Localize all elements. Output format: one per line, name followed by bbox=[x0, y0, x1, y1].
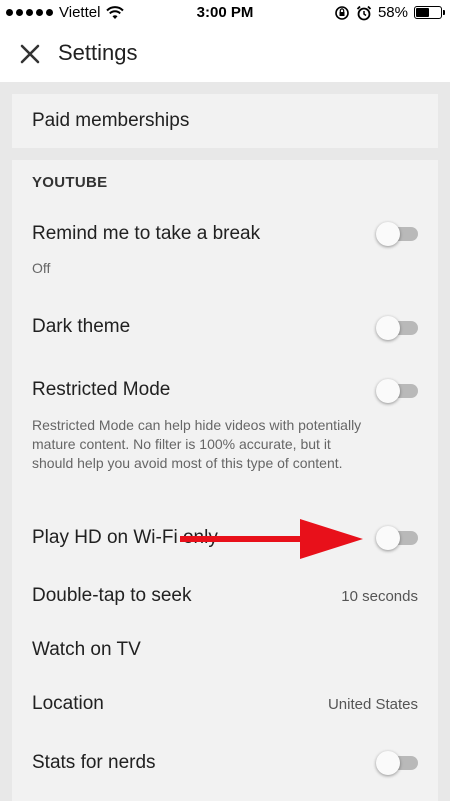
play-hd-toggle[interactable] bbox=[376, 526, 418, 550]
battery-icon bbox=[414, 6, 445, 19]
remind-break-status: Off bbox=[32, 260, 51, 276]
stats-for-nerds-label[interactable]: Stats for nerds bbox=[32, 752, 156, 774]
page-title: Settings bbox=[58, 40, 138, 65]
remind-break-toggle[interactable] bbox=[376, 222, 418, 246]
dark-theme-toggle[interactable] bbox=[376, 316, 418, 340]
section-header-youtube: YOUTUBE bbox=[32, 174, 108, 191]
settings-screen: Viettel 3:00 PM 58% Settings Paid member… bbox=[0, 0, 450, 801]
close-button[interactable] bbox=[14, 38, 46, 70]
paid-memberships-label: Paid memberships bbox=[32, 110, 190, 131]
rotation-lock-icon bbox=[335, 5, 349, 20]
watch-on-tv-label[interactable]: Watch on TV bbox=[32, 639, 141, 661]
dark-theme-label[interactable]: Dark theme bbox=[32, 316, 130, 338]
restricted-mode-toggle[interactable] bbox=[376, 379, 418, 403]
paid-memberships-card[interactable]: Paid memberships bbox=[12, 94, 438, 148]
location-value: United States bbox=[327, 696, 418, 713]
double-tap-label[interactable]: Double-tap to seek bbox=[32, 585, 192, 607]
remind-break-label[interactable]: Remind me to take a break bbox=[32, 223, 260, 245]
app-bar: Settings bbox=[0, 26, 450, 82]
restricted-mode-description: Restricted Mode can help hide videos wit… bbox=[32, 417, 362, 471]
stats-for-nerds-toggle[interactable] bbox=[376, 751, 418, 775]
status-bar: Viettel 3:00 PM 58% bbox=[0, 0, 450, 26]
location-label[interactable]: Location bbox=[32, 693, 104, 715]
youtube-settings-card: YOUTUBE Remind me to take a break Off Da… bbox=[12, 160, 438, 801]
double-tap-value: 10 seconds bbox=[341, 588, 418, 605]
alarm-icon bbox=[356, 5, 372, 20]
battery-percent: 58% bbox=[377, 4, 408, 21]
close-icon bbox=[20, 44, 40, 64]
status-right: 58% bbox=[334, 4, 445, 21]
annotation-arrow bbox=[180, 519, 363, 559]
battery-level bbox=[416, 8, 430, 17]
restricted-mode-label[interactable]: Restricted Mode bbox=[32, 379, 170, 401]
